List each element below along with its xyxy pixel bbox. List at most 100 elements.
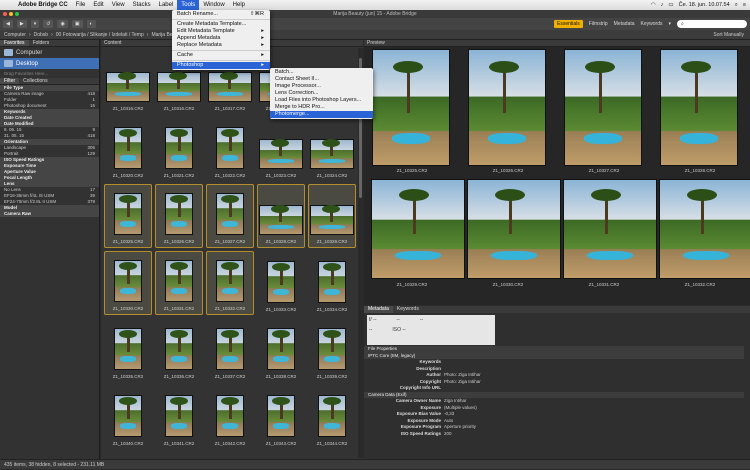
refine-icon[interactable]: ▣ [71, 20, 83, 28]
thumbnail[interactable]: Z1_10327.CR2 [206, 184, 254, 248]
preview-image[interactable] [564, 49, 642, 166]
thumbnail[interactable]: Z1_10344.CR2 [308, 385, 356, 449]
preview-image[interactable] [468, 49, 546, 166]
workspace-filmstrip[interactable]: Filmstrip [589, 21, 608, 27]
preview-image[interactable] [371, 179, 465, 279]
menu-window[interactable]: Window [199, 0, 228, 10]
tools-menu-item[interactable]: Batch Rename... ⇧⌘R [172, 11, 270, 18]
thumbnail[interactable]: Z1_10320.CR2 [104, 117, 152, 181]
thumbnail[interactable]: Z1_10334.CR2 [308, 251, 356, 315]
photoshop-menu-item[interactable]: Merge to HDR Pro... [270, 104, 373, 111]
photoshop-menu-item[interactable]: Load Files into Photoshop Layers... [270, 97, 373, 104]
thumbnail[interactable]: Z1_10331.CR2 [155, 251, 203, 315]
preview-image[interactable] [467, 179, 561, 279]
thumbnail[interactable]: Z1_10323.CR2 [257, 117, 305, 181]
thumbnail[interactable]: Z1_10325.CR2 [104, 184, 152, 248]
preview-image[interactable] [660, 49, 738, 166]
thumbnail[interactable]: Z1_10316.CR2 [104, 50, 152, 114]
menu-stacks[interactable]: Stacks [129, 0, 155, 10]
wifi-icon[interactable]: ◠ [651, 2, 656, 8]
computer-icon [4, 49, 13, 56]
preview-image[interactable] [659, 179, 750, 279]
sort-dropdown[interactable]: Sort Manually [713, 32, 750, 38]
menu-app-name[interactable]: Adobe Bridge CC [14, 0, 72, 10]
open-in-camera-raw-icon[interactable]: ◐ [86, 20, 96, 28]
tools-menu-item[interactable]: Append Metadata ▸ [172, 35, 270, 42]
photoshop-menu-item[interactable]: Contact Sheet II... [270, 76, 373, 83]
tab-metadata[interactable]: Metadata [364, 306, 393, 313]
menu-tools[interactable]: Tools [177, 0, 200, 10]
thumbnail[interactable]: Z1_10339.CR2 [308, 318, 356, 382]
metadata-value[interactable]: 200 [444, 431, 452, 438]
thumbnail[interactable]: Z1_10338.CR2 [257, 318, 305, 382]
preview-image[interactable] [372, 49, 450, 166]
workspace-dropdown-icon[interactable]: ▾ [668, 21, 671, 27]
thumbnail[interactable]: Z1_10326.CR2 [155, 184, 203, 248]
thumbnail[interactable]: Z1_10330.CR2 [104, 251, 152, 315]
pool-shape [120, 423, 136, 429]
spotlight-icon[interactable]: ⌕ [735, 2, 738, 9]
menu-file[interactable]: File [72, 0, 90, 10]
boomerang-icon[interactable]: ↺ [43, 20, 54, 28]
back-button[interactable]: ◀ [3, 20, 13, 28]
thumbnail[interactable]: Z1_10321.CR2 [155, 117, 203, 181]
thumbnail[interactable]: Z1_10342.CR2 [206, 385, 254, 449]
thumbnail[interactable]: Z1_10343.CR2 [257, 385, 305, 449]
thumbnail[interactable]: Z1_10322.CR2 [206, 117, 254, 181]
battery-icon[interactable]: ▭ [668, 2, 673, 8]
tab-collections[interactable]: Collections [19, 78, 51, 84]
thumbnail[interactable]: Z1_10336.CR2 [155, 318, 203, 382]
thumbnail-image [216, 328, 244, 370]
thumbnail[interactable]: Z1_10337.CR2 [206, 318, 254, 382]
notification-icon[interactable]: ≡ [743, 2, 746, 8]
tools-menu-item[interactable]: Photoshop ▸ [172, 62, 270, 69]
workspace-keywords[interactable]: Keywords [641, 21, 663, 27]
menu-edit[interactable]: Edit [89, 0, 107, 10]
zoom-window-button[interactable] [15, 12, 19, 16]
thumbnail-image [165, 193, 193, 235]
thumbnail[interactable]: Z1_10340.CR2 [104, 385, 152, 449]
photoshop-menu-item[interactable]: Photomerge... [270, 111, 373, 118]
camera-icon[interactable]: ◉ [57, 20, 68, 28]
menu-view[interactable]: View [108, 0, 129, 10]
chevron-right-icon: ▸ [261, 35, 264, 41]
search-input[interactable]: ⌕ [677, 20, 747, 28]
clock[interactable]: Če. 18. jun. 10.07.54 [679, 2, 730, 8]
thumbnail[interactable]: Z1_10324.CR2 [308, 117, 356, 181]
tools-menu-item[interactable]: Replace Metadata ▸ [172, 42, 270, 49]
minimize-window-button[interactable] [9, 12, 13, 16]
tools-menu-item[interactable]: Edit Metadata Template ▸ [172, 28, 270, 35]
photoshop-menu-item[interactable]: Lens Correction... [270, 90, 373, 97]
breadcrumb-dobsb[interactable]: Dobsb [34, 32, 48, 38]
forward-button[interactable]: ▶ [16, 20, 27, 28]
thumbnail[interactable]: Z1_10335.CR2 [104, 318, 152, 382]
workspace-metadata[interactable]: Metadata [614, 21, 635, 27]
photoshop-menu-item[interactable]: Batch... [270, 69, 373, 76]
thumbnail[interactable]: Z1_10341.CR2 [155, 385, 203, 449]
favorite-computer[interactable]: Computer [0, 47, 99, 58]
menu-label[interactable]: Label [155, 0, 178, 10]
preview-image[interactable] [563, 179, 657, 279]
tab-folders[interactable]: Folders [29, 40, 54, 46]
workspace-essentials[interactable]: Essentials [553, 20, 583, 28]
volume-icon[interactable]: ♪ [661, 2, 664, 8]
favorite-desktop[interactable]: Desktop [0, 58, 99, 69]
menu-help[interactable]: Help [229, 0, 249, 10]
tools-menu-item[interactable]: Create Metadata Template... [172, 21, 270, 28]
palm-shape [117, 72, 136, 89]
breadcrumb-computer[interactable]: Computer [4, 32, 26, 38]
breadcrumb-folder[interactable]: 00 Fotowarija / Slikanje / Izdelati / Te… [56, 32, 144, 38]
tab-favorites[interactable]: Favorites [0, 40, 29, 46]
close-window-button[interactable] [3, 12, 7, 16]
thumbnail[interactable]: Z1_10329.CR2 [308, 184, 356, 248]
thumbnail[interactable]: Z1_10332.CR2 [206, 251, 254, 315]
tab-keywords[interactable]: Keywords [393, 306, 423, 313]
thumbnail[interactable]: Z1_10333.CR2 [257, 251, 305, 315]
photoshop-menu-item[interactable]: Image Processor... [270, 83, 373, 90]
thumbnail[interactable]: Z1_10328.CR2 [257, 184, 305, 248]
filter-category[interactable]: Camera Raw [0, 211, 99, 217]
metadata-value[interactable]: Photo: Ziga Intihar [444, 379, 481, 386]
tab-filter[interactable]: Filter [0, 78, 20, 84]
folder-icon[interactable]: ▾ [30, 20, 40, 28]
tools-menu-item[interactable]: Cache ▸ [172, 52, 270, 59]
